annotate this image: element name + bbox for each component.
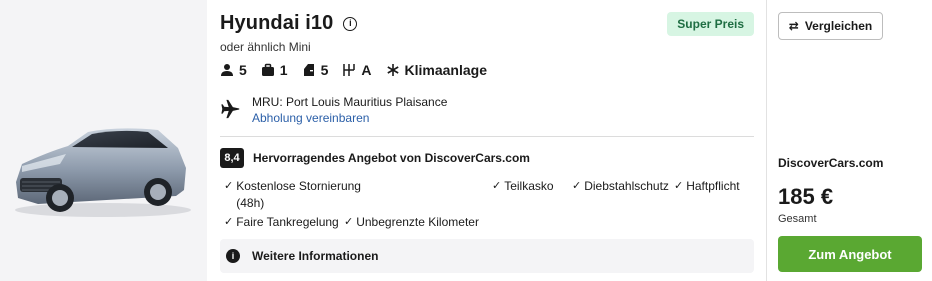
car-category: oder ähnlich Mini [220,40,311,54]
check-icon: ✓ [344,216,354,228]
car-image-panel [0,0,207,281]
title-row: Hyundai i10 i [220,12,358,35]
view-offer-button[interactable]: Zum Angebot [778,236,922,272]
doors-count: 5 [320,62,329,78]
feature-fuel-label: Faire Tankregelung [236,215,339,229]
check-icon: ✓ [572,180,582,192]
spec-aircon: Klimaanlage [386,62,487,78]
offer-details: Hyundai i10 i Super Preis oder ähnlich M… [220,0,754,281]
column-divider [766,0,767,281]
aircon-label: Klimaanlage [404,62,487,78]
feature-cancellation-note: (48h) [236,196,265,210]
supplier-name: DiscoverCars.com [778,156,884,170]
check-icon: ✓ [224,180,234,192]
check-icon: ✓ [674,180,684,192]
car-title: Hyundai i10 [220,12,334,34]
feature-fuel: ✓ Faire Tankregelung [224,214,339,231]
feature-partial-cover-label: Teilkasko [504,179,554,193]
feature-cancellation: ✓ Kostenlose Stornierung (48h) [224,178,361,212]
price-note: Gesamt [778,213,817,225]
feature-theft: ✓ Diebstahlschutz [572,178,669,195]
spec-bags: 1 [261,62,288,78]
bags-count: 1 [279,62,288,78]
feature-liability-label: Haftpflicht [686,179,740,193]
pickup-location: MRU: Port Louis Mauritius Plaisance Abho… [220,94,447,126]
gearshift-icon [343,64,356,76]
transmission-type: A [361,62,372,78]
car-offer-card: Hyundai i10 i Super Preis oder ähnlich M… [0,0,932,281]
rating-row: 8,4 Hervorragendes Angebot von DiscoverC… [220,148,530,168]
total-price: 185 € [778,184,834,209]
info-icon[interactable]: i [343,16,358,31]
suitcase-icon [261,63,274,76]
spec-doors: 5 [302,62,329,78]
feature-partial-cover: ✓ Teilkasko [492,178,554,195]
feature-theft-label: Diebstahlschutz [584,179,669,193]
spec-seats: 5 [220,62,247,78]
person-icon [221,64,233,76]
door-icon [303,64,314,76]
location-name: MRU: Port Louis Mauritius Plaisance [252,95,448,109]
feature-cancellation-label: Kostenlose Stornierung [236,179,361,193]
feature-liability: ✓ Haftpflicht [674,178,740,195]
spec-transmission: A [342,62,372,78]
feature-mileage: ✓ Unbegrenzte Kilometer [344,214,479,231]
more-info-toggle[interactable]: i Weitere Informationen [220,239,754,273]
rating-score: 8,4 [220,148,244,168]
check-icon: ✓ [224,216,234,228]
divider [220,136,754,137]
car-image [15,128,191,217]
more-info-label: Weitere Informationen [252,249,379,263]
snowflake-icon [386,64,399,76]
feature-mileage-label: Unbegrenzte Kilometer [356,215,479,229]
spec-row: 5 1 5 A Klimaanlage [220,62,501,78]
check-icon: ✓ [492,180,502,192]
rating-label: Hervorragendes Angebot von DiscoverCars.… [253,151,530,165]
info-icon: i [226,249,240,263]
swap-arrows-icon: ⇄ [788,19,799,33]
pickup-link[interactable]: Abholung vereinbaren [252,110,447,126]
deal-badge: Super Preis [667,12,754,36]
compare-label: Vergleichen [804,19,873,33]
compare-button[interactable]: ⇄ Vergleichen [778,12,883,40]
seats-count: 5 [239,62,247,78]
airplane-icon [221,99,240,119]
